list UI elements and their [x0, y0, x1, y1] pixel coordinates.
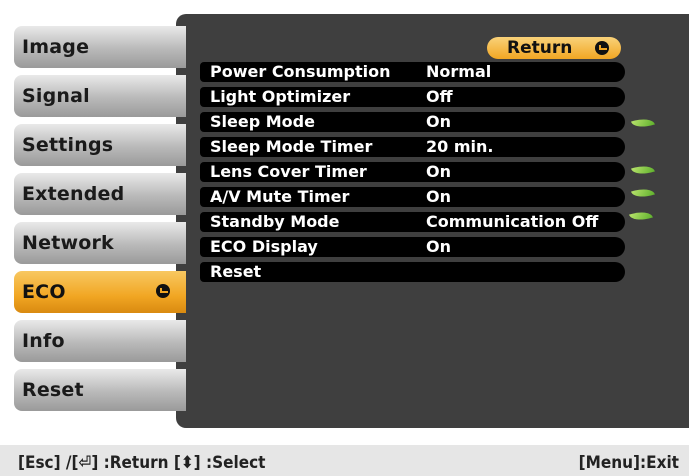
setting-row-light-optimizer[interactable]: Light Optimizer Off: [200, 87, 625, 107]
setting-label: Power Consumption: [210, 62, 391, 81]
setting-label: A/V Mute Timer: [210, 187, 350, 206]
setting-value: Off: [426, 87, 453, 106]
setting-row-sleep-mode[interactable]: Sleep Mode On: [200, 112, 625, 132]
setting-value: 20 min.: [426, 137, 494, 156]
sidebar-item-label: Info: [22, 330, 65, 352]
setting-value: On: [426, 187, 451, 206]
sidebar-item-image[interactable]: Image: [14, 26, 186, 68]
setting-row-av-mute-timer[interactable]: A/V Mute Timer On: [200, 187, 625, 207]
sidebar-item-label: ECO: [22, 281, 66, 303]
return-button[interactable]: Return: [487, 37, 621, 59]
sidebar-item-label: Signal: [22, 85, 90, 107]
sidebar-item-settings[interactable]: Settings: [14, 124, 186, 166]
sidebar-item-extended[interactable]: Extended: [14, 173, 186, 215]
setting-row-standby-mode[interactable]: Standby Mode Communication Off: [200, 212, 625, 232]
sidebar-item-label: Settings: [22, 134, 114, 156]
setting-label: Light Optimizer: [210, 87, 351, 106]
sidebar-item-reset[interactable]: Reset: [14, 369, 186, 411]
setting-row-reset[interactable]: Reset: [200, 262, 625, 282]
setting-value: On: [426, 237, 451, 256]
navigation-hints: [Esc] /[⏎] :Return [⬍] :Select: [18, 453, 266, 473]
key-hint-bar: [Esc] /[⏎] :Return [⬍] :Select [Menu]:Ex…: [0, 445, 689, 476]
enter-icon: [156, 284, 170, 298]
sidebar-item-signal[interactable]: Signal: [14, 75, 186, 117]
setting-label: Lens Cover Timer: [210, 162, 367, 181]
setting-value: Normal: [426, 62, 492, 81]
setting-label: ECO Display: [210, 237, 318, 256]
sidebar-item-network[interactable]: Network: [14, 222, 186, 264]
sidebar-item-label: Reset: [22, 379, 84, 401]
return-label: Return: [507, 38, 573, 58]
setting-row-sleep-mode-timer[interactable]: Sleep Mode Timer 20 min.: [200, 137, 625, 157]
setting-value: On: [426, 162, 451, 181]
sidebar-item-info[interactable]: Info: [14, 320, 186, 362]
setting-row-lens-cover-timer[interactable]: Lens Cover Timer On: [200, 162, 625, 182]
setting-label: Sleep Mode Timer: [210, 137, 373, 156]
setting-value: Communication Off: [426, 212, 599, 231]
exit-hint: [Menu]:Exit: [578, 453, 679, 473]
setting-label: Reset: [210, 262, 262, 281]
setting-label: Standby Mode: [210, 212, 340, 231]
sidebar-item-label: Extended: [22, 183, 125, 205]
setting-label: Sleep Mode: [210, 112, 315, 131]
sidebar-item-eco[interactable]: ECO: [14, 271, 186, 313]
setting-row-eco-display[interactable]: ECO Display On: [200, 237, 625, 257]
sidebar-item-label: Network: [22, 232, 114, 254]
enter-icon: [595, 41, 609, 55]
setting-row-power-consumption[interactable]: Power Consumption Normal: [200, 62, 625, 82]
setting-value: On: [426, 112, 451, 131]
sidebar-item-label: Image: [22, 36, 90, 58]
